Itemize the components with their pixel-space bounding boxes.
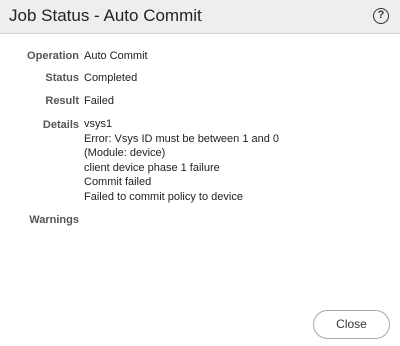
job-status-dialog: Job Status - Auto Commit ? Operation Aut…: [0, 0, 400, 346]
result-value: Failed: [84, 95, 114, 107]
operation-value: Auto Commit: [84, 50, 148, 62]
warnings-label: Warnings: [29, 214, 79, 226]
status-value: Completed: [84, 72, 138, 84]
details-line: Error: Vsys ID must be between 1 and 0: [84, 132, 280, 145]
details-line: (Module: device): [84, 147, 166, 160]
details-line: Commit failed: [84, 176, 152, 189]
dialog-title: Job Status - Auto Commit: [9, 6, 202, 25]
result-label: Result: [45, 95, 79, 107]
help-icon[interactable]: ?: [373, 8, 389, 24]
details-label: Details: [42, 119, 79, 131]
close-button[interactable]: Close: [313, 310, 390, 339]
details-line: Failed to commit policy to device: [84, 190, 243, 203]
status-label: Status: [45, 72, 79, 84]
operation-label: Operation: [27, 50, 79, 62]
details-line: vsys1: [84, 118, 113, 130]
details-value: vsys1 Error: Vsys ID must be between 1 a…: [84, 117, 279, 205]
dialog-titlebar: Job Status - Auto Commit ?: [0, 0, 400, 34]
details-line: client device phase 1 failure: [84, 161, 220, 174]
